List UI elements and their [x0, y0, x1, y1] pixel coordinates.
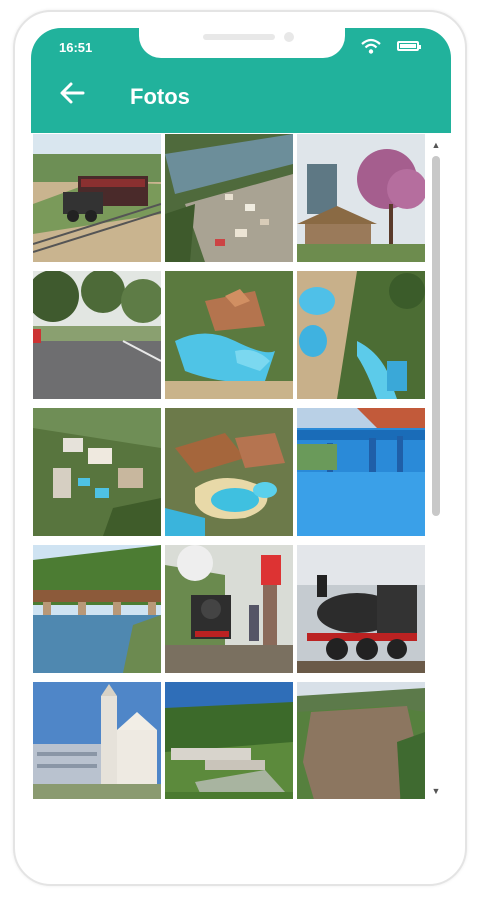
page-title: Fotos: [130, 84, 190, 109]
photo-steam-train-station: [165, 545, 293, 673]
photo-blue-pool-pergola: [297, 408, 425, 536]
speaker-grille: [203, 34, 275, 40]
photo-aerial-water-park-2: [297, 271, 425, 399]
photo-grid: [33, 134, 425, 799]
photo-thumbnail[interactable]: [297, 682, 425, 799]
wifi-icon: [361, 38, 381, 54]
photo-thumbnail[interactable]: [165, 271, 293, 399]
photo-railway-bridge-river: [33, 545, 161, 673]
arrow-left-icon[interactable]: [59, 81, 85, 105]
photo-thumbnail[interactable]: [33, 408, 161, 536]
app-bar: 16:51 Fotos: [31, 28, 451, 133]
photo-river-valley: [297, 682, 425, 799]
photo-thumbnail[interactable]: [33, 682, 161, 799]
photo-train-on-tracks: [33, 134, 161, 262]
app-screen: 16:51 Fotos ▲ ▼: [31, 28, 451, 870]
photo-tree-lined-road: [33, 271, 161, 399]
photo-steam-locomotive: [297, 545, 425, 673]
chevron-up-icon[interactable]: ▲: [429, 138, 443, 152]
status-time: 16:51: [59, 40, 93, 55]
scrollbar[interactable]: ▲ ▼: [429, 138, 443, 798]
photo-aerial-hillside-resort: [33, 408, 161, 536]
photo-thumbnail[interactable]: [165, 134, 293, 262]
scrollbar-thumb[interactable]: [432, 156, 440, 516]
chevron-down-icon[interactable]: ▼: [429, 784, 443, 798]
battery-icon: [397, 41, 421, 51]
photo-thumbnail[interactable]: [297, 134, 425, 262]
photo-church-buildings: [33, 682, 161, 799]
front-camera: [284, 32, 294, 42]
photo-thumbnail[interactable]: [165, 408, 293, 536]
photo-thumbnail[interactable]: [165, 545, 293, 673]
bottom-area: [31, 818, 451, 868]
photo-thumbnail[interactable]: [33, 134, 161, 262]
photo-gazebo-pink-tree: [297, 134, 425, 262]
photo-thumbnail[interactable]: [33, 545, 161, 673]
photo-aerial-pool-complex: [165, 408, 293, 536]
photo-aerial-green-field: [165, 682, 293, 799]
phone-notch: [139, 28, 345, 58]
photo-thumbnail[interactable]: [297, 271, 425, 399]
photo-thumbnail[interactable]: [165, 682, 293, 799]
photo-thumbnail[interactable]: [297, 408, 425, 536]
photo-thumbnail[interactable]: [297, 545, 425, 673]
photo-aerial-water-park: [165, 271, 293, 399]
photo-aerial-river-town: [165, 134, 293, 262]
photo-thumbnail[interactable]: [33, 271, 161, 399]
